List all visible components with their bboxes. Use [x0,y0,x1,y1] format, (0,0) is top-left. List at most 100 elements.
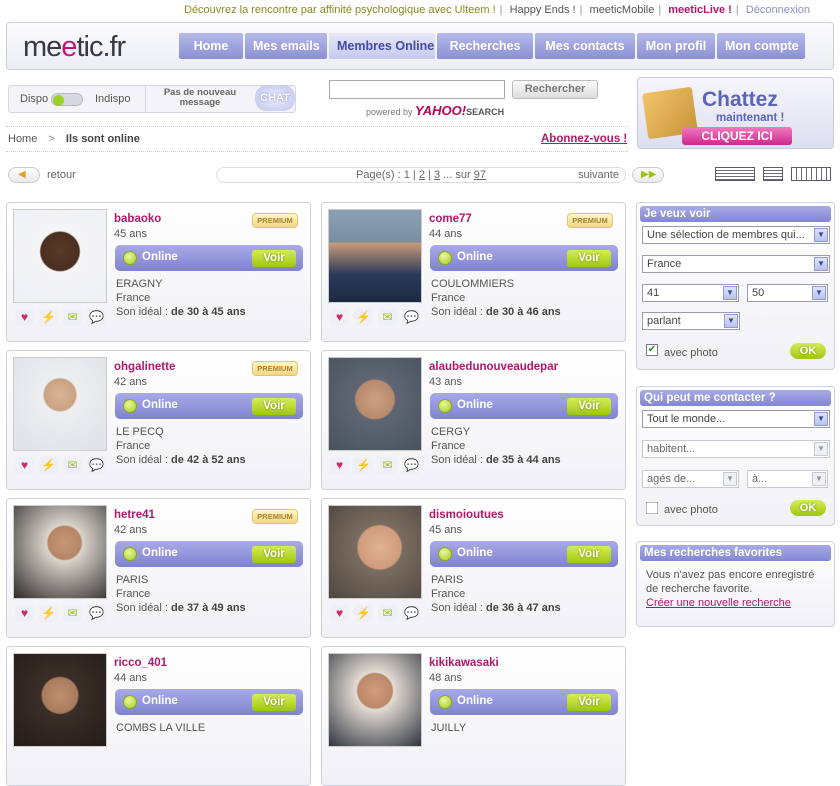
contact-age-max-select[interactable]: à... ▼ [747,470,828,488]
view-grid-icon[interactable] [791,167,831,181]
language-select[interactable]: parlant ▼ [642,312,740,330]
back-label[interactable]: retour [47,169,76,181]
chat-banner[interactable]: Chattez maintenant ! CLIQUEZ ICI [637,77,834,149]
heart-plus-icon[interactable]: ♥ [15,309,34,326]
meetic-logo[interactable]: meetic.fr [23,31,126,64]
logout-link[interactable]: Déconnexion [746,4,810,16]
chat-bubble-icon[interactable]: 💬 [402,309,421,326]
view-profile-button[interactable]: Voir [567,546,611,563]
nav-membres-online[interactable]: Membres Online [329,33,435,59]
member-age: 45 ans [114,228,148,240]
member-photo[interactable] [328,357,422,451]
flash-icon[interactable]: ⚡ [39,309,58,326]
member-photo[interactable] [13,653,107,747]
heart-plus-icon[interactable]: ♥ [330,457,349,474]
view-list-large-icon[interactable] [715,167,755,181]
email-icon[interactable]: ✉ [63,605,82,622]
flash-icon[interactable]: ⚡ [354,605,373,622]
email-icon[interactable]: ✉ [63,457,82,474]
who-select[interactable]: Tout le monde... ▼ [642,410,830,428]
chat-bubble-icon[interactable]: 💬 [87,309,106,326]
online-label: Online [457,547,493,559]
nav-recherches[interactable]: Recherches [437,33,533,59]
contact-age-min-select[interactable]: agés de... ▼ [642,470,739,488]
member-username[interactable]: hetre41 [114,509,155,521]
contact-photo-checkbox[interactable] [646,502,658,514]
nav-mon-profil[interactable]: Mon profil [637,33,715,59]
search-button[interactable]: Rechercher [512,80,598,99]
with-photo-checkbox[interactable]: ✔ [646,344,658,356]
selection-select[interactable]: Une sélection de membres qui... ▼ [642,226,830,244]
heart-plus-icon[interactable]: ♥ [15,457,34,474]
heart-plus-icon[interactable]: ♥ [15,605,34,622]
member-photo[interactable] [13,357,107,451]
next-label[interactable]: suivante [576,169,621,181]
flash-icon[interactable]: ⚡ [39,457,58,474]
member-username[interactable]: babaoko [114,213,161,225]
flash-icon[interactable]: ⚡ [354,457,373,474]
page-link-last[interactable]: 97 [474,169,486,181]
nav-mes-contacts[interactable]: Mes contacts [535,33,635,59]
nav-mes-emails[interactable]: Mes emails [245,33,327,59]
location-select[interactable]: habitent... ▼ [642,440,830,458]
back-button[interactable]: ◀ [8,167,40,183]
view-profile-button[interactable]: Voir [567,694,611,711]
member-photo[interactable] [13,505,107,599]
member-photo[interactable] [328,505,422,599]
member-photo[interactable] [13,209,107,303]
member-photo[interactable] [328,653,422,747]
heart-plus-icon[interactable]: ♥ [330,309,349,326]
chat-bubble-icon[interactable]: 💬 [402,457,421,474]
chat-bubble-icon[interactable]: 💬 [402,605,421,622]
age-min-select[interactable]: 41 ▼ [642,284,739,302]
nav-home[interactable]: Home [179,33,243,59]
member-username[interactable]: kikikawasaki [429,657,499,669]
nav-mon-compte[interactable]: Mon compte [717,33,805,59]
breadcrumb-home[interactable]: Home [8,133,37,145]
view-profile-button[interactable]: Voir [567,250,611,267]
chat-bubble-icon[interactable]: 💬 [87,605,106,622]
subscribe-link[interactable]: Abonnez-vous ! [541,133,627,145]
email-icon[interactable]: ✉ [378,309,397,326]
heart-plus-icon[interactable]: ♥ [330,605,349,622]
email-icon[interactable]: ✉ [378,605,397,622]
create-search-link[interactable]: Créer une nouvelle recherche [646,597,791,609]
view-profile-button[interactable]: Voir [252,546,296,563]
search-input[interactable] [329,80,505,99]
availability-toggle[interactable] [51,93,83,106]
premium-badge: PREMIUM [567,213,613,228]
message-status: Pas de nouveau message [163,87,237,108]
email-icon[interactable]: ✉ [378,457,397,474]
age-max-select[interactable]: 50 ▼ [747,284,828,302]
view-list-icon[interactable] [763,167,783,181]
filter-ok-button[interactable]: OK [790,343,826,359]
view-profile-button[interactable]: Voir [567,398,611,415]
page-link-3[interactable]: 3 [434,169,440,181]
meetic-mobile-link[interactable]: meeticMobile [590,4,655,16]
member-username[interactable]: ohgalinette [114,361,175,373]
flash-icon[interactable]: ⚡ [354,309,373,326]
banner-cta-button[interactable]: CLIQUEZ ICI [682,127,792,145]
online-label: Online [457,399,493,411]
member-username[interactable]: dismoioutues [429,509,504,521]
filter-box-title: Je veux voir [640,206,831,222]
meetic-live-link[interactable]: meeticLive ! [668,4,732,16]
flash-icon[interactable]: ⚡ [39,605,58,622]
country-select[interactable]: France ▼ [642,255,830,273]
member-username[interactable]: ricco_401 [114,657,167,669]
chat-bubble-icon[interactable]: 💬 [87,457,106,474]
contact-ok-button[interactable]: OK [790,500,826,516]
page-link-2[interactable]: 2 [419,169,425,181]
happy-ends-link[interactable]: Happy Ends ! [510,4,576,16]
view-profile-button[interactable]: Voir [252,398,296,415]
member-photo[interactable] [328,209,422,303]
next-button[interactable]: ▶▶ [632,167,664,183]
premium-badge: PREMIUM [252,361,298,376]
email-icon[interactable]: ✉ [63,309,82,326]
view-profile-button[interactable]: Voir [252,694,296,711]
chat-button[interactable]: CHAT [255,85,295,111]
member-username[interactable]: alaubedunouveaudepar [429,361,558,373]
member-username[interactable]: come77 [429,213,472,225]
ulteem-promo-link[interactable]: Découvrez la rencontre par affinité psyc… [184,4,496,16]
view-profile-button[interactable]: Voir [252,250,296,267]
